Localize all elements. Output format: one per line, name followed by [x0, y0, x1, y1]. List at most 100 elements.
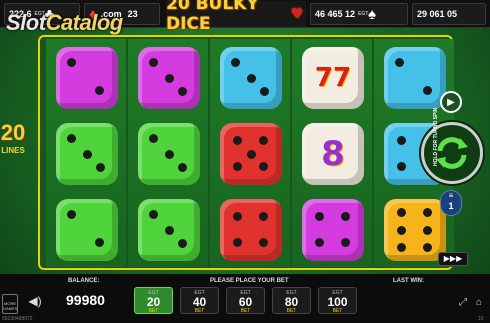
dice-pip — [422, 225, 432, 235]
game-title-text: 20 BULKY DICE — [166, 0, 259, 34]
dice-pip — [396, 208, 406, 218]
last-win-label: LAST WIN: — [393, 278, 424, 284]
fast-forward-button[interactable]: ▶▶▶ — [438, 252, 468, 266]
symbol-cell — [302, 199, 364, 261]
home-icon[interactable]: ⌂ — [476, 297, 488, 309]
symbol-cell — [220, 123, 282, 185]
dice-magenta-4 — [302, 199, 364, 261]
play-button[interactable]: ▶ — [440, 91, 462, 113]
symbol-cell — [220, 47, 282, 109]
bet-button-60[interactable]: EGT 60 BET — [226, 287, 265, 314]
bet-label: BET — [148, 308, 159, 314]
dice-pip — [246, 73, 256, 83]
bet-button-40[interactable]: EGT 40 BET — [180, 287, 219, 314]
jackpot-value: 46 465 12 — [315, 9, 356, 19]
dice-pip — [67, 134, 76, 143]
dice-pip — [94, 85, 104, 95]
fast-forward-icon: ▶▶▶ — [443, 254, 463, 263]
dice-pip — [67, 58, 76, 67]
autoplay-button[interactable]: ≡ 1 — [440, 190, 462, 216]
bet-button-100[interactable]: EGT 100 BET — [318, 287, 357, 314]
bet-value: 60 — [238, 295, 253, 309]
dice-yellow-6 — [384, 199, 446, 261]
symbol-cell — [138, 123, 200, 185]
reels-frame: 77 8 — [38, 35, 454, 270]
symbol-number: 77 — [314, 63, 352, 93]
reel-3 — [210, 39, 290, 267]
dice-green-3 — [56, 123, 118, 185]
dice-pip — [422, 242, 432, 252]
dice-pip — [149, 210, 158, 219]
dice-pip — [340, 211, 350, 221]
symbol-cell — [384, 47, 446, 109]
symbol-cell — [56, 123, 118, 185]
bet-label: BET — [194, 308, 205, 314]
dice-pip — [178, 87, 188, 97]
dice-symbol-77: 77 — [302, 47, 364, 109]
bet-label: BET — [240, 308, 251, 314]
bet-button-20[interactable]: EGT 20 BET — [134, 287, 173, 314]
jackpot-spade: 29 061 05 — [412, 3, 486, 25]
dice-red-5 — [220, 123, 282, 185]
dice-pip — [396, 161, 406, 171]
spin-button[interactable] — [421, 122, 483, 184]
dice-pip — [67, 210, 76, 219]
symbol-cell — [138, 47, 200, 109]
dice-pip — [422, 208, 432, 218]
reel-1 — [46, 39, 126, 267]
turbo-label: HOLD FOR TURBO SPIN — [433, 107, 439, 166]
speaker-icon[interactable]: ◀) — [26, 294, 44, 312]
watermark-logo: SlotCatalog — [6, 10, 123, 35]
symbol-cell: 8 — [302, 123, 364, 185]
dice-pip — [260, 87, 270, 97]
dice-pip — [178, 239, 188, 249]
dice-pip — [422, 85, 432, 95]
balance-label: BALANCE: — [68, 278, 100, 284]
dice-pip — [258, 135, 268, 145]
dice-pip — [314, 211, 324, 221]
dice-green-2 — [56, 199, 118, 261]
autoplay-count: 1 — [448, 201, 454, 211]
dice-pip — [232, 211, 242, 221]
dice-pip — [94, 237, 104, 247]
lines-badge: 20 LINES — [0, 120, 30, 164]
dice-pip — [258, 161, 268, 171]
game-title: 20 BULKY DICE ♥ — [166, 0, 306, 34]
symbol-cell — [384, 199, 446, 261]
dice-pip — [396, 242, 406, 252]
dice-green-3 — [138, 199, 200, 261]
lines-number: 20 — [0, 120, 26, 145]
spade-icon: ♠ — [368, 5, 377, 23]
dice-pip — [395, 58, 404, 67]
bet-value: 80 — [284, 295, 299, 309]
dice-pip — [164, 225, 174, 235]
bet-label: BET — [286, 308, 297, 314]
bet-button-80[interactable]: EGT 80 BET — [272, 287, 311, 314]
version-number: 10 — [478, 316, 484, 322]
autoplay-icon: ≡ — [448, 191, 454, 200]
dice-magenta-3 — [138, 47, 200, 109]
dice-pip — [232, 237, 242, 247]
dice-blue-2 — [384, 47, 446, 109]
dice-green-3 — [138, 123, 200, 185]
jackpot-egt-label: EGT — [358, 10, 369, 17]
play-icon: ▶ — [447, 96, 455, 108]
dice-pip — [340, 237, 350, 247]
symbol-cell — [138, 199, 200, 261]
jackpot-value: 23 — [127, 9, 138, 19]
symbol-cell: 77 — [302, 47, 364, 109]
symbol-cell — [220, 199, 282, 261]
dice-pip — [232, 161, 242, 171]
jackpot-heart: 46 465 12 EGT ♠ — [310, 3, 408, 25]
dice-symbol-8: 8 — [302, 123, 364, 185]
fullscreen-icon[interactable]: ⤢ — [459, 297, 471, 309]
dice-pip — [314, 237, 324, 247]
symbol-number: 8 — [321, 134, 345, 174]
session-id: 09230488972 — [2, 316, 33, 322]
more-games-button[interactable]: MORE GAMES — [2, 294, 18, 314]
dice-magenta-2 — [56, 47, 118, 109]
reel-4: 77 8 — [292, 39, 372, 267]
symbol-cell — [56, 47, 118, 109]
dice-pip — [258, 237, 268, 247]
dice-pip — [246, 149, 256, 159]
